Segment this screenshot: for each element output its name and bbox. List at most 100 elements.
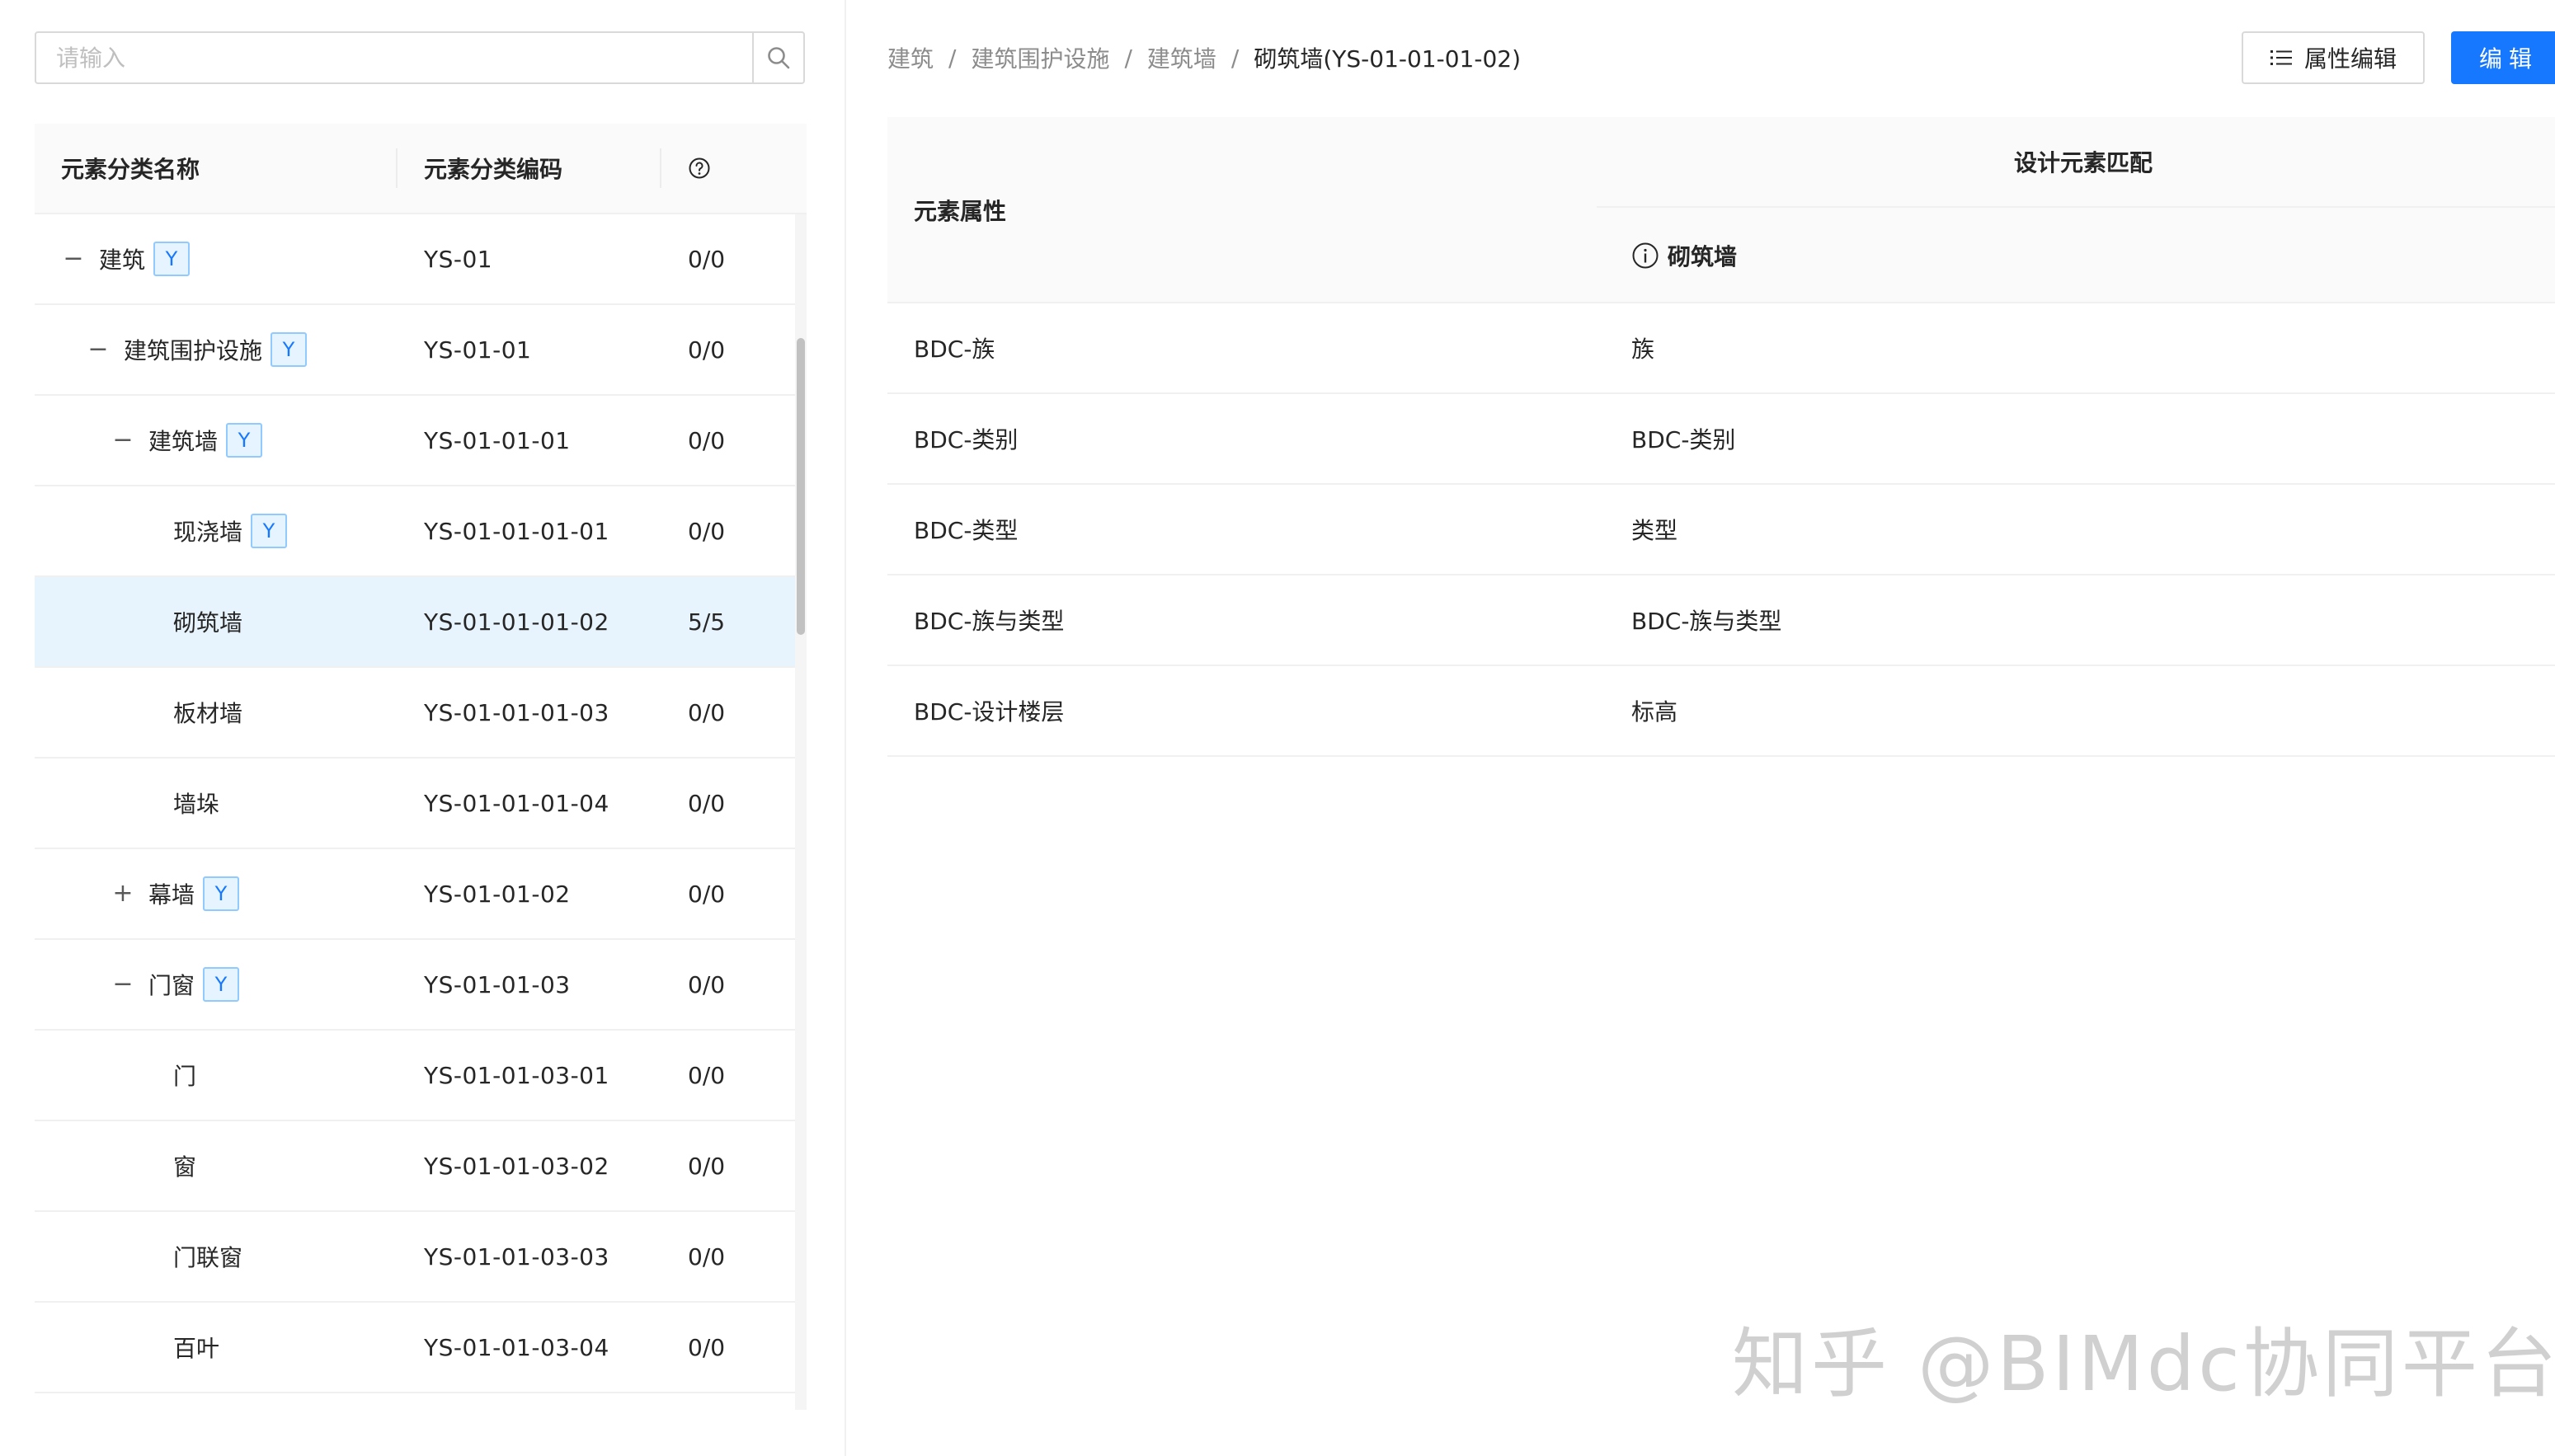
tree-row[interactable]: 板材墙 YS-01-01-01-03 0/0 (35, 668, 795, 759)
tree-cell-count: 0/0 (688, 1152, 726, 1180)
tree-cell-code: YS-01-01-01 (424, 426, 571, 454)
attribute-row: BDC-设计楼层 标高 (887, 666, 2555, 757)
tree-cell-code: YS-01-01-01-01 (424, 517, 609, 545)
tree-row[interactable]: − 建筑 Y YS-01 0/0 (35, 214, 795, 305)
tree-cell-count: 0/0 (688, 970, 726, 998)
attribute-match-cell: BDC-族与类型 (1631, 608, 1782, 635)
tree-node-label: 幕墙 (148, 881, 195, 909)
tree-scrollbar-thumb[interactable] (797, 338, 805, 635)
attribute-match-cell: BDC-类别 (1631, 426, 1736, 453)
tree-cell-code: YS-01-01 (424, 336, 532, 364)
question-circle-icon[interactable] (688, 157, 711, 180)
search-icon (768, 47, 790, 69)
tree-row[interactable]: + 幕墙 Y YS-01-01-02 0/0 (35, 849, 795, 940)
attribute-match-cell: 标高 (1631, 698, 1678, 726)
y-tag-badge: Y (153, 242, 191, 276)
classification-panel: 元素分类名称 元素分类编码 −建筑YYS-010/0−建筑围护设施YYS-01-… (0, 0, 846, 1456)
tree-node-label: 现浇墙 (173, 519, 243, 546)
tree-cell-count: 0/0 (688, 880, 726, 908)
y-tag-badge: Y (271, 332, 308, 367)
tree-cell-name: 板材墙 (35, 696, 398, 729)
tree-cell-count: 0/0 (688, 1061, 726, 1089)
tree-cell-count: 0/0 (688, 336, 726, 364)
tree-row[interactable]: − 门窗 Y YS-01-01-03 0/0 (35, 940, 795, 1031)
tree-cell-count: 0/0 (688, 1242, 726, 1270)
attribute-name-cell: BDC-设计楼层 (914, 698, 1065, 726)
edit-button[interactable]: 编辑 (2451, 31, 2555, 84)
sub-header-label: 砌筑墙 (1668, 243, 1738, 270)
attribute-edit-button[interactable]: 属性编辑 (2242, 31, 2425, 84)
tree-row[interactable]: 现浇墙 Y YS-01-01-01-01 0/0 (35, 486, 795, 577)
y-tag-badge: Y (251, 514, 288, 548)
tree-node-label: 门窗 (148, 972, 195, 999)
tree-cell-code: YS-01-01-01-02 (424, 608, 609, 636)
tree-node-label: 窗 (173, 1153, 197, 1181)
tree-node-label: 建筑围护设施 (124, 337, 263, 364)
tree-row[interactable]: − 建筑墙 Y YS-01-01-01 0/0 (35, 396, 795, 486)
column-header-element-attribute: 元素属性 (914, 198, 1007, 225)
attribute-table-body: BDC-族族 BDC-类别 BDC-类别 BDC-类型 类型 BDC-族与类型 BDC-族与… (887, 303, 2555, 757)
watermark: 知乎 @BIMdc协同平台 (1732, 1320, 2555, 1408)
tree-cell-code: YS-01-01-03-02 (424, 1152, 609, 1180)
tree-cell-count: 0/0 (688, 517, 726, 545)
tree-cell-name: − 建筑墙 Y (35, 423, 398, 458)
collapse-icon[interactable]: − (111, 428, 135, 453)
tree-table-body: − 建筑 Y YS-01 0/0− 建筑围护设施 Y YS-01-01 0/0− 建筑墙 Y YS-0… (35, 214, 807, 1393)
tree-cell-count: 0/0 (688, 245, 726, 273)
tree-row[interactable]: 门联窗 YS-01-01-03-03 0/0 (35, 1212, 795, 1303)
breadcrumb-item-wall[interactable]: 建筑墙 (1147, 41, 1216, 74)
tree-cell-name: 百叶 (35, 1331, 398, 1364)
tree-cell-code: YS-01-01-03 (424, 970, 571, 998)
column-header-code: 元素分类编码 (398, 124, 661, 213)
tree-cell-name: + 幕墙 Y (35, 876, 398, 911)
info-circle-icon[interactable] (1631, 242, 1659, 270)
tree-node-label: 门 (173, 1063, 197, 1090)
tree-cell-code: YS-01-01-02 (424, 880, 571, 908)
tree-node-label: 门联窗 (173, 1244, 243, 1271)
tree-row[interactable]: − 建筑围护设施 Y YS-01-01 0/0 (35, 305, 795, 396)
tree-scrollbar[interactable] (795, 214, 807, 1410)
search-button[interactable] (752, 33, 803, 82)
expand-icon[interactable]: + (111, 881, 135, 906)
attribute-name-cell: BDC-类别 (914, 426, 1019, 453)
tree-row[interactable]: 百叶 YS-01-01-03-04 0/0 (35, 1303, 795, 1393)
collapse-icon[interactable]: − (61, 247, 86, 271)
breadcrumb-item-building[interactable]: 建筑 (887, 41, 934, 74)
tree-row[interactable]: 砌筑墙 YS-01-01-01-02 5/5 (35, 577, 795, 668)
tree-node-label: 建筑 (99, 247, 146, 274)
tree-cell-name: − 门窗 Y (35, 967, 398, 1002)
breadcrumb: 建筑 / 建筑围护设施 / 建筑墙 / 砌筑墙(YS-01-01-01-02) (887, 41, 1521, 74)
search-input[interactable] (36, 33, 752, 82)
tree-cell-code: YS-01-01-03-03 (424, 1242, 609, 1270)
tree-cell-name: 砌筑墙 (35, 605, 398, 638)
attribute-row: BDC-族与类型 BDC-族与类型 (887, 575, 2555, 666)
tree-row[interactable]: 窗 YS-01-01-03-02 0/0 (35, 1121, 795, 1212)
y-tag-badge: Y (203, 876, 240, 911)
breadcrumb-separator: / (948, 44, 957, 72)
attribute-name-cell: BDC-类型 (914, 517, 1019, 544)
y-tag-badge: Y (203, 967, 240, 1002)
y-tag-badge: Y (226, 423, 263, 458)
tree-row[interactable]: 门 YS-01-01-03-01 0/0 (35, 1031, 795, 1121)
tree-cell-name: 门联窗 (35, 1240, 398, 1273)
breadcrumb-item-envelope[interactable]: 建筑围护设施 (971, 41, 1109, 74)
tree-cell-code: YS-01 (424, 245, 493, 273)
tree-cell-name: − 建筑围护设施 Y (35, 332, 398, 367)
column-header-masonry-wall: 砌筑墙 (1597, 209, 1737, 302)
edit-label: 编辑 (2478, 45, 2539, 73)
tree-cell-code: YS-01-01-03-01 (424, 1061, 609, 1089)
tree-cell-code: YS-01-01-01-04 (424, 789, 609, 817)
tree-cell-code: YS-01-01-01-03 (424, 698, 609, 726)
detail-panel: 建筑 / 建筑围护设施 / 建筑墙 / 砌筑墙(YS-01-01-01-02) … (848, 0, 2555, 1456)
attribute-name-cell: BDC-族 (914, 336, 995, 363)
list-icon (2270, 48, 2293, 68)
collapse-icon[interactable]: − (111, 972, 135, 997)
collapse-icon[interactable]: − (86, 337, 111, 362)
tree-row[interactable]: 墙垛 YS-01-01-01-04 0/0 (35, 759, 795, 849)
column-header-help (661, 124, 807, 213)
search-box (35, 31, 805, 84)
